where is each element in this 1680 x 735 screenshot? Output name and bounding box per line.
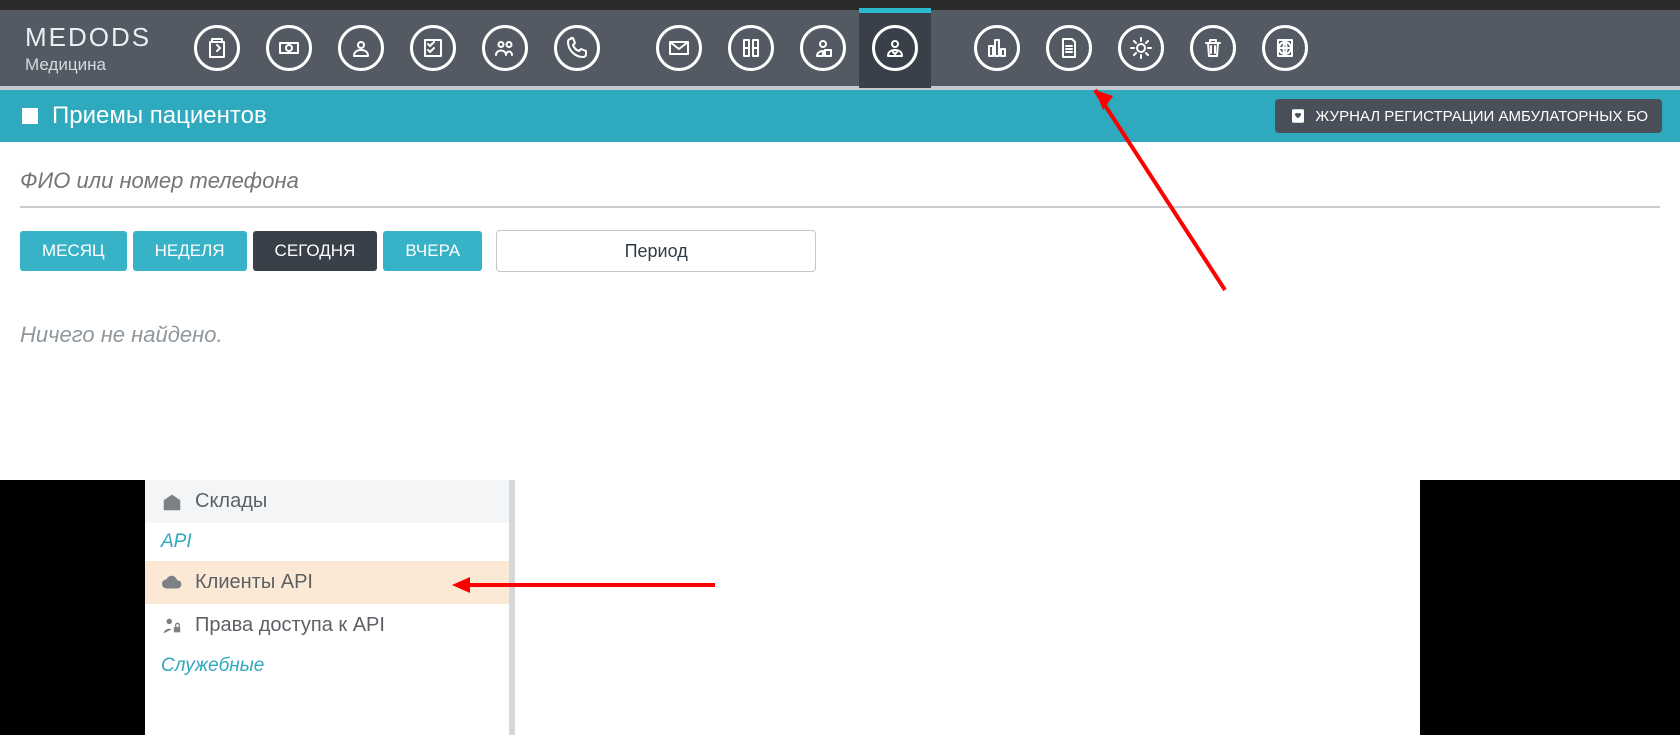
filter-week-button[interactable]: НЕДЕЛЯ <box>133 231 247 271</box>
nav-doctor-icon[interactable] <box>859 8 931 88</box>
filter-yesterday-button[interactable]: ВЧЕРА <box>383 231 482 271</box>
nav-icon-row <box>181 10 1321 86</box>
side-section-api: API <box>145 523 509 561</box>
nav-pills-icon[interactable] <box>715 8 787 88</box>
filter-row: МЕСЯЦ НЕДЕЛЯ СЕГОДНЯ ВЧЕРА Период <box>20 230 1660 272</box>
page-title: Приемы пациентов <box>52 102 267 130</box>
globe-book-icon <box>1262 25 1308 71</box>
side-item-warehouses[interactable]: Склады <box>145 480 509 523</box>
doctor-icon <box>872 25 918 71</box>
nav-phone-icon[interactable] <box>541 8 613 88</box>
money-icon <box>266 25 312 71</box>
nav-checklist-icon[interactable] <box>397 8 469 88</box>
nav-document-icon[interactable] <box>1033 8 1105 88</box>
page-header-left: Приемы пациентов <box>18 102 267 130</box>
nav-clipboard-icon[interactable] <box>181 8 253 88</box>
brand-line1: MEDODS <box>25 22 151 53</box>
people-phone-icon <box>482 25 528 71</box>
nav-money-icon[interactable] <box>253 8 325 88</box>
gear-icon <box>1118 25 1164 71</box>
nav-mail-icon[interactable] <box>643 8 715 88</box>
user-lock-icon <box>161 615 183 637</box>
nav-gear-icon[interactable] <box>1105 8 1177 88</box>
screenshot-black-bar-right <box>1420 480 1680 735</box>
nav-globe-book-icon[interactable] <box>1249 8 1321 88</box>
nav-desk-icon[interactable] <box>787 8 859 88</box>
side-item-warehouses-label: Склады <box>195 490 267 513</box>
person-icon <box>338 25 384 71</box>
side-item-api-clients-label: Клиенты API <box>195 571 313 594</box>
settings-side-panel: Склады API Клиенты API Права доступа к A… <box>145 480 515 735</box>
heart-doc-icon <box>1289 107 1307 125</box>
brand-logo: MEDODS Медицина <box>0 22 181 75</box>
id-card-icon <box>18 104 42 128</box>
filter-today-button[interactable]: СЕГОДНЯ <box>253 231 378 271</box>
content-area: МЕСЯЦ НЕДЕЛЯ СЕГОДНЯ ВЧЕРА Период Ничего… <box>0 142 1680 368</box>
nav-chart-icon[interactable] <box>961 8 1033 88</box>
journal-button-label: ЖУРНАЛ РЕГИСТРАЦИИ АМБУЛАТОРНЫХ БО <box>1315 108 1648 125</box>
side-item-api-rights[interactable]: Права доступа к API <box>145 604 509 647</box>
mail-icon <box>656 25 702 71</box>
side-section-service: Служебные <box>145 647 509 685</box>
side-item-api-rights-label: Права доступа к API <box>195 614 385 637</box>
document-icon <box>1046 25 1092 71</box>
page-header: Приемы пациентов ЖУРНАЛ РЕГИСТРАЦИИ АМБУ… <box>0 90 1680 142</box>
nav-person-icon[interactable] <box>325 8 397 88</box>
top-navigation: MEDODS Медицина <box>0 10 1680 90</box>
journal-button[interactable]: ЖУРНАЛ РЕГИСТРАЦИИ АМБУЛАТОРНЫХ БО <box>1275 99 1662 133</box>
clipboard-icon <box>194 25 240 71</box>
chart-icon <box>974 25 1020 71</box>
pills-icon <box>728 25 774 71</box>
nav-people-phone-icon[interactable] <box>469 8 541 88</box>
empty-state-text: Ничего не найдено. <box>20 322 1660 348</box>
brand-line2: Медицина <box>25 55 151 75</box>
desk-icon <box>800 25 846 71</box>
cloud-icon <box>161 572 183 594</box>
side-item-api-clients[interactable]: Клиенты API <box>145 561 509 604</box>
trash-icon <box>1190 25 1236 71</box>
warehouse-icon <box>161 491 183 513</box>
filter-month-button[interactable]: МЕСЯЦ <box>20 231 127 271</box>
period-selector[interactable]: Период <box>496 230 816 272</box>
nav-trash-icon[interactable] <box>1177 8 1249 88</box>
search-input[interactable] <box>20 162 1660 208</box>
phone-icon <box>554 25 600 71</box>
screenshot-black-bar-left <box>0 480 145 735</box>
checklist-icon <box>410 25 456 71</box>
